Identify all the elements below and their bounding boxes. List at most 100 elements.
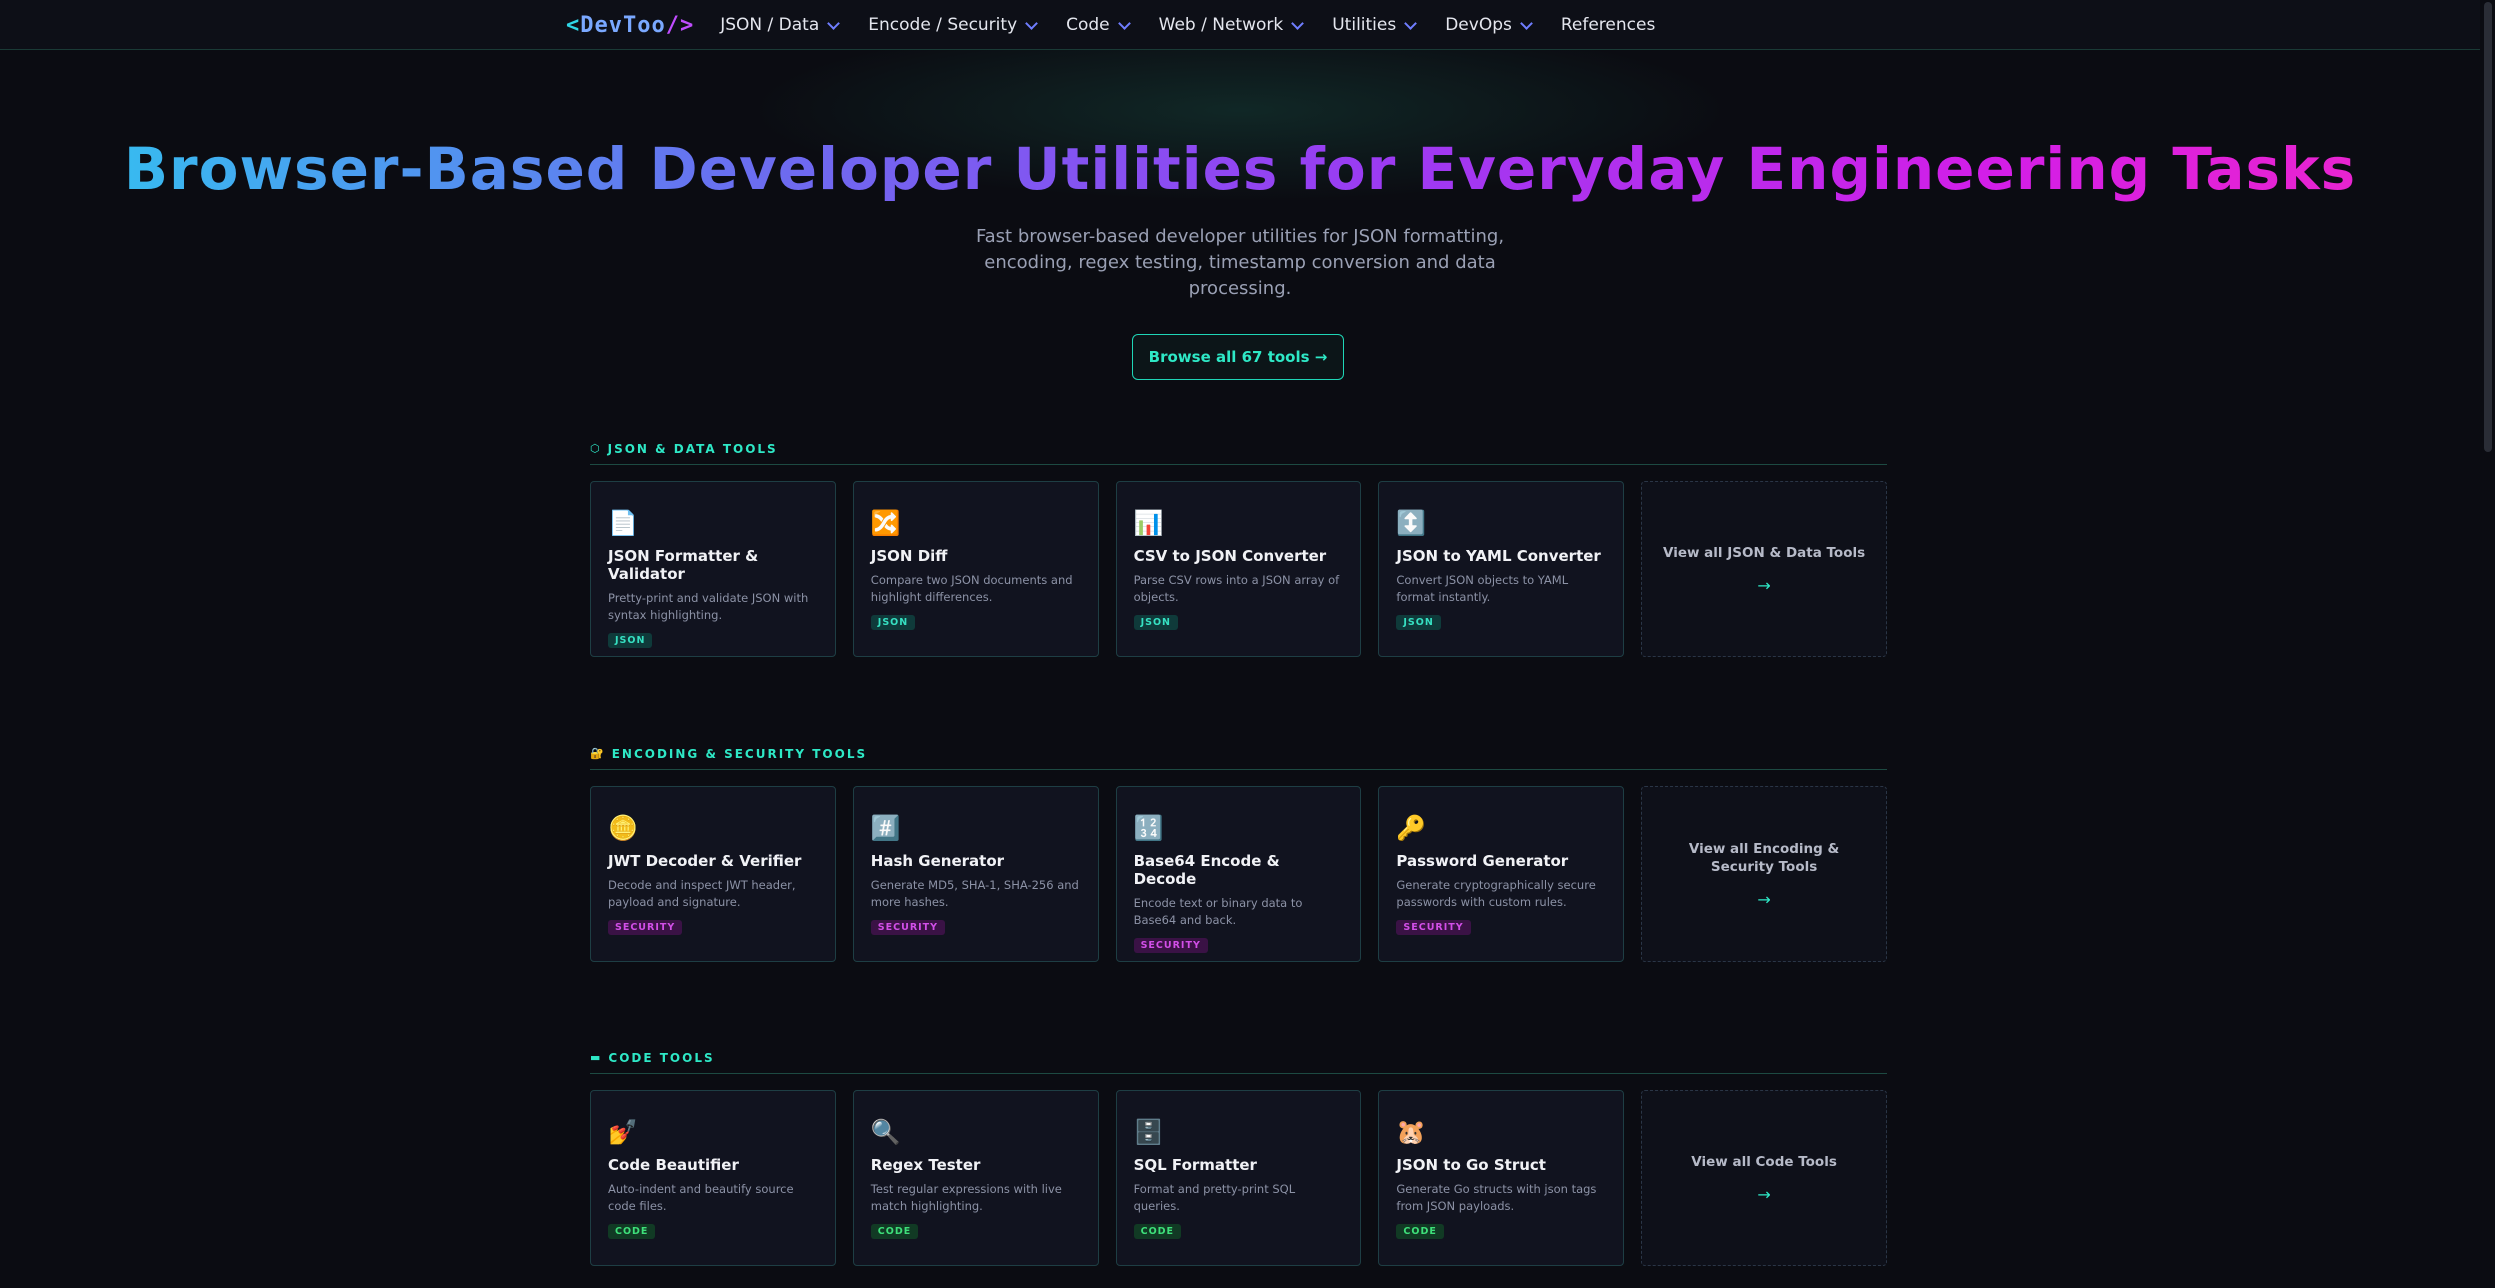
logo[interactable]: < DevToo /> — [566, 13, 694, 38]
nav-inner: < DevToo /> JSON / Data Encode / Securit… — [566, 0, 1685, 50]
section-heading-label: CODE TOOLS — [608, 1050, 715, 1065]
nav-item-label: JSON / Data — [720, 15, 820, 35]
section-code: ▬ CODE TOOLS 💅 Code Beautifier Auto-inde… — [590, 1046, 1887, 1266]
card-title: JSON to Go Struct — [1396, 1156, 1546, 1174]
nav-item-label: Code — [1066, 15, 1110, 35]
magnifier-icon: 🔍 — [870, 1118, 901, 1146]
card-title: Password Generator — [1396, 852, 1569, 870]
card-description: Auto-indent and beautify source code fil… — [608, 1182, 794, 1213]
category-badge: JSON — [608, 633, 653, 648]
section-heading: 🔐 ENCODING & SECURITY TOOLS — [590, 742, 1887, 770]
arrow-right-icon: → — [1757, 575, 1771, 595]
category-badge: JSON — [1396, 615, 1441, 630]
card-title: JSON Formatter & Validator — [608, 547, 759, 583]
view-all-label: View all Encoding & Security Tools — [1688, 840, 1840, 875]
bar-chart-icon: 📊 — [1133, 509, 1164, 537]
hero-title: Browser-Based Developer Utilities for Ev… — [0, 135, 2480, 203]
logo-open: < — [566, 12, 581, 38]
tool-card-base64[interactable]: 🔢 Base64 Encode & Decode Encode text or … — [1115, 786, 1362, 962]
nav-item-code[interactable]: Code — [1066, 15, 1131, 35]
nav-item-label: References — [1560, 15, 1656, 35]
view-all-encoding-security-link[interactable]: View all Encoding & Security Tools → — [1641, 786, 1887, 962]
nail-polish-icon: 💅 — [608, 1118, 638, 1146]
logo-close: /> — [665, 12, 695, 38]
section-heading: ⬡ JSON & DATA TOOLS — [590, 437, 1887, 465]
card-description: Generate Go structs with json tags from … — [1396, 1182, 1597, 1213]
card-title: Hash Generator — [870, 852, 1005, 870]
nav-item-encode-security[interactable]: Encode / Security — [868, 15, 1038, 35]
card-grid: 🪙 JWT Decoder & Verifier Decode and insp… — [590, 786, 1887, 962]
document-icon: 📄 — [608, 509, 638, 537]
card-description: Decode and inspect JWT header, payload a… — [608, 878, 796, 909]
nav-item-devops[interactable]: DevOps — [1445, 15, 1533, 35]
category-badge: JSON — [870, 615, 916, 630]
chevron-down-icon — [1519, 16, 1533, 30]
nav-item-web-network[interactable]: Web / Network — [1158, 15, 1305, 35]
hash-icon: #️⃣ — [870, 814, 901, 842]
category-badge: SECURITY — [1133, 938, 1208, 953]
tool-card-sql-formatter[interactable]: 🗄️ SQL Formatter Format and pretty-print… — [1115, 1090, 1362, 1266]
card-description: Pretty-print and validate JSON with synt… — [608, 591, 809, 622]
tool-card-code-beautifier[interactable]: 💅 Code Beautifier Auto-indent and beauti… — [590, 1090, 836, 1266]
card-description: Generate MD5, SHA-1, SHA-256 and more ha… — [870, 878, 1079, 909]
card-title: SQL Formatter — [1133, 1156, 1257, 1174]
card-grid: 💅 Code Beautifier Auto-indent and beauti… — [590, 1090, 1887, 1266]
card-title: Base64 Encode & Decode — [1133, 852, 1280, 888]
arrow-right-icon: → — [1757, 1184, 1771, 1204]
category-badge: SECURITY — [1396, 920, 1471, 935]
tool-card-json-to-go-struct[interactable]: 🐹 JSON to Go Struct Generate Go structs … — [1378, 1090, 1625, 1266]
card-description: Generate cryptographically secure passwo… — [1396, 878, 1596, 909]
logo-text: DevToo — [580, 12, 666, 38]
card-description: Compare two JSON documents and highlight… — [870, 573, 1073, 604]
nav-item-label: DevOps — [1445, 15, 1512, 35]
category-badge: CODE — [870, 1224, 919, 1239]
tool-card-password-generator[interactable]: 🔑 Password Generator Generate cryptograp… — [1378, 786, 1625, 962]
view-all-label: View all Code Tools — [1691, 1153, 1837, 1170]
section-heading-label: JSON & DATA TOOLS — [607, 441, 778, 456]
nav-item-label: Utilities — [1332, 15, 1397, 35]
nav-item-utilities[interactable]: Utilities — [1332, 15, 1418, 35]
nav-item-references[interactable]: References — [1561, 15, 1655, 35]
lock-icon: 🔐 — [590, 747, 606, 760]
card-description: Format and pretty-print SQL queries. — [1133, 1182, 1296, 1213]
top-navbar: < DevToo /> JSON / Data Encode / Securit… — [0, 0, 2480, 50]
section-heading-label: ENCODING & SECURITY TOOLS — [611, 746, 868, 761]
view-all-code-link[interactable]: View all Code Tools → — [1641, 1090, 1887, 1266]
view-all-label: View all JSON & Data Tools — [1663, 544, 1866, 561]
file-cabinet-icon: 🗄️ — [1133, 1118, 1164, 1146]
category-badge: CODE — [608, 1224, 656, 1239]
chevron-down-icon — [1404, 16, 1418, 30]
view-all-json-data-link[interactable]: View all JSON & Data Tools → — [1641, 481, 1887, 657]
section-encoding-security: 🔐 ENCODING & SECURITY TOOLS 🪙 JWT Decode… — [590, 742, 1887, 962]
tool-card-hash-generator[interactable]: #️⃣ Hash Generator Generate MD5, SHA-1, … — [852, 786, 1099, 962]
tool-card-json-formatter[interactable]: 📄 JSON Formatter & Validator Pretty-prin… — [590, 481, 836, 657]
up-down-arrow-icon: ↕️ — [1396, 509, 1427, 537]
tool-card-json-diff[interactable]: 🔀 JSON Diff Compare two JSON documents a… — [852, 481, 1099, 657]
card-title: JWT Decoder & Verifier — [608, 852, 802, 870]
tool-card-jwt-decoder[interactable]: 🪙 JWT Decoder & Verifier Decode and insp… — [590, 786, 836, 962]
scrollbar-thumb[interactable] — [2484, 2, 2492, 452]
nav-item-label: Encode / Security — [868, 15, 1018, 35]
card-description: Parse CSV rows into a JSON array of obje… — [1133, 573, 1340, 604]
tool-card-json-to-yaml[interactable]: ↕️ JSON to YAML Converter Convert JSON o… — [1378, 481, 1625, 657]
key-icon: 🔑 — [1396, 814, 1427, 842]
tool-card-regex-tester[interactable]: 🔍 Regex Tester Test regular expressions … — [852, 1090, 1099, 1266]
chevron-down-icon — [1291, 16, 1305, 30]
card-description: Encode text or binary data to Base64 and… — [1133, 896, 1303, 927]
section-json-data: ⬡ JSON & DATA TOOLS 📄 JSON Formatter & V… — [590, 437, 1887, 657]
category-badge: CODE — [1396, 1224, 1444, 1239]
chevron-down-icon — [1025, 16, 1038, 30]
category-badge: CODE — [1133, 1224, 1182, 1239]
browse-all-tools-button[interactable]: Browse all 67 tools → — [1132, 334, 1344, 380]
category-badge: SECURITY — [870, 920, 946, 935]
category-badge: JSON — [1133, 615, 1178, 630]
nav-item-json-data[interactable]: JSON / Data — [720, 15, 841, 35]
card-description: Convert JSON objects to YAML format inst… — [1396, 573, 1569, 604]
hamster-icon: 🐹 — [1396, 1118, 1427, 1146]
chevron-down-icon — [827, 16, 841, 30]
nav-item-label: Web / Network — [1158, 15, 1284, 35]
tool-card-csv-to-json[interactable]: 📊 CSV to JSON Converter Parse CSV rows i… — [1115, 481, 1362, 657]
numbers-icon: 🔢 — [1133, 814, 1164, 842]
section-heading: ▬ CODE TOOLS — [590, 1046, 1887, 1074]
card-title: JSON to YAML Converter — [1396, 547, 1601, 565]
